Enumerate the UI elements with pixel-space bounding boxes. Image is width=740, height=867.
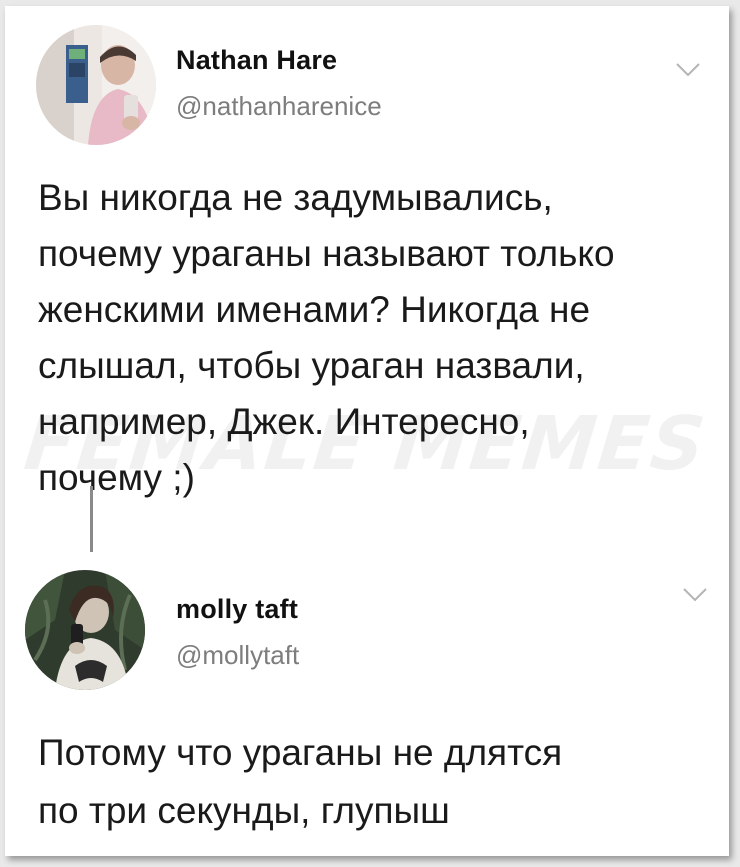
display-name[interactable]: Nathan Hare [176, 45, 337, 76]
avatar-photo [25, 570, 145, 690]
tweet-original: Nathan Hare @nathanharenice Вы никогда н… [5, 6, 729, 561]
chevron-down-icon[interactable] [675, 62, 701, 78]
tweet-text: Вы никогда не задумывались, почему урага… [38, 177, 615, 498]
user-handle[interactable]: @mollytaft [176, 640, 299, 671]
user-handle[interactable]: @nathanharenice [176, 91, 382, 122]
avatar-photo [36, 25, 156, 145]
thread-connector-line [90, 486, 93, 552]
avatar[interactable] [25, 570, 145, 690]
chevron-down-icon[interactable] [682, 587, 708, 603]
tweet-reply: molly taft @mollytaft Потому что ураганы… [5, 561, 729, 856]
tweet-text: Потому что ураганы не длятся по три секу… [38, 732, 563, 831]
meme-card: FEMALE MEMES Nathan Hare @nathanharenice [5, 6, 729, 856]
display-name[interactable]: molly taft [176, 594, 298, 625]
avatar[interactable] [36, 25, 156, 145]
